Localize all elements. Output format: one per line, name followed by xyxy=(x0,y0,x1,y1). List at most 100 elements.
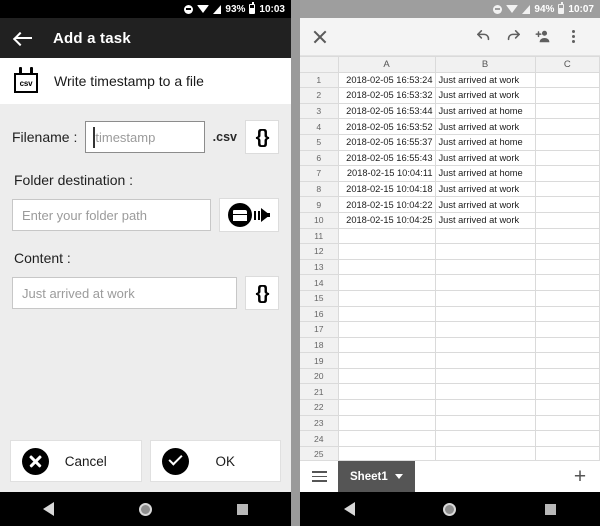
cell-b[interactable] xyxy=(434,243,536,260)
cell-b[interactable] xyxy=(434,289,536,307)
row-header[interactable]: 19 xyxy=(300,352,339,369)
overflow-menu-icon[interactable] xyxy=(558,29,588,44)
cell-c[interactable] xyxy=(534,133,600,151)
cell-a[interactable] xyxy=(337,383,436,401)
table-row[interactable]: 10 2018-02-15 10:04:25 Just arrived at wor… xyxy=(300,211,600,229)
cell-a[interactable] xyxy=(337,414,436,432)
table-row[interactable]: 4 2018-02-05 16:53:52 Just arrived at work xyxy=(300,118,600,135)
cell-c[interactable] xyxy=(534,414,600,432)
ok-button[interactable]: OK xyxy=(149,440,281,482)
cell-c[interactable] xyxy=(534,445,600,460)
cell-b[interactable] xyxy=(434,399,536,416)
column-header-a[interactable]: A xyxy=(337,56,436,73)
cell-a[interactable]: 2018-02-05 16:53:24 xyxy=(337,71,436,89)
table-row[interactable]: 7 2018-02-15 10:04:11 Just arrived at home xyxy=(300,165,600,182)
row-header[interactable]: 11 xyxy=(300,227,339,245)
cell-b[interactable]: Just arrived at work xyxy=(434,71,536,89)
table-row[interactable]: 2 2018-02-05 16:53:32 Just arrived at work xyxy=(300,87,600,104)
cell-c[interactable] xyxy=(534,336,600,354)
cell-b[interactable]: Just arrived at work xyxy=(434,211,536,229)
table-row[interactable]: 5 2018-02-05 16:55:37 Just arrived at home xyxy=(300,133,600,151)
row-header[interactable]: 18 xyxy=(300,336,339,354)
cell-c[interactable] xyxy=(534,383,600,401)
spreadsheet-grid[interactable]: A B C 1 2018-02-05 16:53:24 Just arrived a… xyxy=(300,56,600,460)
table-row[interactable]: 3 2018-02-05 16:53:44 Just arrived at home xyxy=(300,102,600,120)
cell-c[interactable] xyxy=(534,165,600,182)
add-person-icon[interactable] xyxy=(528,28,558,46)
table-row[interactable]: 13 xyxy=(300,258,600,276)
table-row[interactable]: 25 xyxy=(300,445,600,460)
cell-a[interactable]: 2018-02-05 16:53:52 xyxy=(337,118,436,135)
table-row[interactable]: 22 xyxy=(300,399,600,416)
cell-b[interactable] xyxy=(434,383,536,401)
nav-recents-icon[interactable] xyxy=(544,503,556,515)
folder-path-input[interactable]: Enter your folder path xyxy=(12,199,211,231)
back-arrow-icon[interactable] xyxy=(14,29,33,48)
cell-a[interactable]: 2018-02-05 16:55:43 xyxy=(337,149,436,167)
cell-b[interactable] xyxy=(434,352,536,369)
table-row[interactable]: 18 xyxy=(300,336,600,354)
table-row[interactable]: 11 xyxy=(300,227,600,245)
cell-a[interactable] xyxy=(337,305,436,323)
row-header[interactable]: 2 xyxy=(300,87,339,104)
cell-a[interactable] xyxy=(337,321,436,338)
sheet-list-icon[interactable] xyxy=(300,471,338,482)
cell-c[interactable] xyxy=(534,180,600,198)
cell-b[interactable]: Just arrived at work xyxy=(434,180,536,198)
cell-c[interactable] xyxy=(534,352,600,369)
cell-c[interactable] xyxy=(534,196,600,213)
row-header[interactable]: 23 xyxy=(300,414,339,432)
cell-a[interactable]: 2018-02-15 10:04:25 xyxy=(337,211,436,229)
row-header[interactable]: 22 xyxy=(300,399,339,416)
cell-a[interactable] xyxy=(337,274,436,291)
folder-picker-button[interactable] xyxy=(219,198,279,232)
row-header[interactable]: 9 xyxy=(300,196,339,213)
nav-home-icon[interactable] xyxy=(443,502,457,516)
chevron-down-icon[interactable] xyxy=(394,474,403,479)
cell-c[interactable] xyxy=(534,149,600,167)
filename-input[interactable]: timestamp xyxy=(85,121,205,153)
cell-c[interactable] xyxy=(534,211,600,229)
table-row[interactable]: 9 2018-02-15 10:04:22 Just arrived at work xyxy=(300,196,600,213)
cell-b[interactable]: Just arrived at home xyxy=(434,165,536,182)
close-icon[interactable] xyxy=(312,29,328,45)
add-sheet-button[interactable]: + xyxy=(560,465,600,489)
cell-c[interactable] xyxy=(534,102,600,120)
nav-back-icon[interactable] xyxy=(42,502,54,516)
nav-back-icon[interactable] xyxy=(344,502,356,516)
undo-icon[interactable] xyxy=(468,28,498,45)
grid-corner[interactable] xyxy=(300,56,339,73)
cell-a[interactable]: 2018-02-15 10:04:22 xyxy=(337,196,436,213)
table-row[interactable]: 23 xyxy=(300,414,600,432)
row-header[interactable]: 6 xyxy=(300,149,339,167)
cell-a[interactable] xyxy=(337,430,436,447)
row-header[interactable]: 4 xyxy=(300,118,339,135)
table-row[interactable]: 19 xyxy=(300,352,600,369)
table-row[interactable]: 8 2018-02-15 10:04:18 Just arrived at work xyxy=(300,180,600,198)
cell-c[interactable] xyxy=(534,71,600,89)
cell-a[interactable] xyxy=(337,445,436,460)
cell-a[interactable] xyxy=(337,352,436,369)
row-header[interactable]: 5 xyxy=(300,133,339,151)
row-header[interactable]: 20 xyxy=(300,367,339,385)
row-header[interactable]: 8 xyxy=(300,180,339,198)
content-variable-button[interactable]: {} xyxy=(245,276,279,310)
table-row[interactable]: 6 2018-02-05 16:55:43 Just arrived at work xyxy=(300,149,600,167)
row-header[interactable]: 25 xyxy=(300,445,339,460)
cell-a[interactable]: 2018-02-05 16:53:44 xyxy=(337,102,436,120)
filename-variable-button[interactable]: {} xyxy=(245,120,279,154)
row-header[interactable]: 21 xyxy=(300,383,339,401)
cell-b[interactable] xyxy=(434,367,536,385)
content-input[interactable]: Just arrived at work xyxy=(12,277,237,309)
table-row[interactable]: 12 xyxy=(300,243,600,260)
cell-a[interactable] xyxy=(337,227,436,245)
cancel-button[interactable]: Cancel xyxy=(10,440,142,482)
cell-b[interactable] xyxy=(434,321,536,338)
cell-a[interactable] xyxy=(337,399,436,416)
cell-a[interactable] xyxy=(337,289,436,307)
cell-b[interactable]: Just arrived at work xyxy=(434,118,536,135)
cell-b[interactable] xyxy=(434,430,536,447)
cell-c[interactable] xyxy=(534,399,600,416)
cell-a[interactable]: 2018-02-05 16:53:32 xyxy=(337,87,436,104)
table-row[interactable]: 20 xyxy=(300,367,600,385)
